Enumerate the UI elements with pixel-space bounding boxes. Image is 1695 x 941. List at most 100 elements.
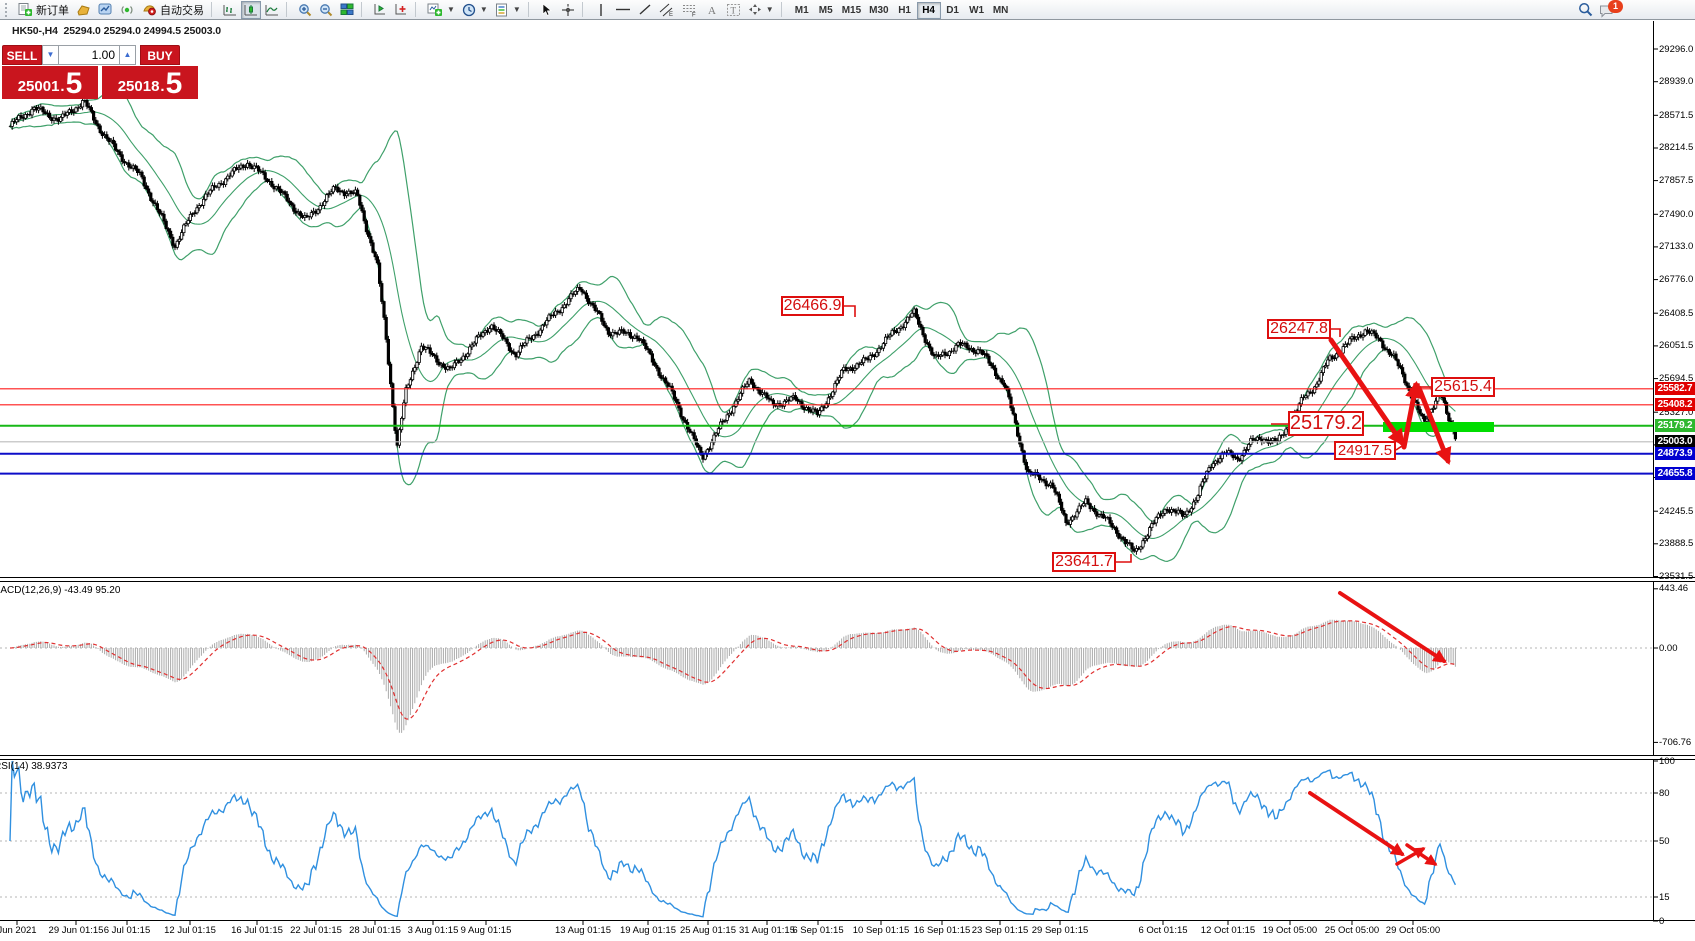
timeframe-button-M15[interactable]: M15 — [838, 2, 865, 19]
price-annotation[interactable]: 24917.5 — [1334, 441, 1396, 460]
chart-canvas[interactable] — [0, 0, 1695, 941]
periods-button[interactable]: ▼ — [459, 1, 491, 19]
time-axis-border — [0, 920, 1695, 921]
price-annotation[interactable]: 26247.8 — [1267, 319, 1331, 339]
volume-decrease-button[interactable]: ▼ — [42, 45, 59, 65]
sell-price-main: 25001 — [18, 78, 60, 96]
volume-input[interactable] — [59, 45, 119, 65]
sell-price-display[interactable]: 25001.5 — [2, 66, 98, 99]
x-axis-label: 9 Aug 01:15 — [461, 925, 512, 936]
rsi-axis-label: 100 — [1659, 756, 1675, 767]
cursor-button[interactable] — [537, 1, 557, 19]
price-annotation[interactable]: 25615.4 — [1431, 377, 1495, 397]
x-axis-label: 29 Oct 05:00 — [1386, 925, 1440, 936]
timeframe-button-MN[interactable]: MN — [989, 2, 1013, 19]
vertical-line-button[interactable] — [591, 1, 611, 19]
bar-chart-button[interactable] — [220, 1, 240, 19]
x-axis-label: 16 Jul 01:15 — [231, 925, 283, 936]
svg-text:E: E — [669, 12, 673, 17]
timeframe-button-D1[interactable]: D1 — [941, 2, 965, 19]
timeframe-button-H1[interactable]: H1 — [893, 2, 917, 19]
signals-icon — [120, 3, 135, 16]
y-axis-label: 29296.0 — [1659, 44, 1693, 55]
zoom-in-button[interactable] — [295, 1, 315, 19]
tile-windows-button[interactable] — [337, 1, 357, 19]
terminal-window: 新订单 自动交易 — [0, 0, 1695, 941]
crosshair-button[interactable] — [558, 1, 578, 19]
text-label-button[interactable]: T — [723, 1, 744, 19]
buy-price-display[interactable]: 25018.5 — [102, 66, 198, 99]
toolbar-separator — [361, 2, 366, 17]
fibonacci-button[interactable]: F — [679, 1, 701, 19]
y-axis-label: 23888.5 — [1659, 538, 1693, 549]
y-axis-label: 27857.5 — [1659, 175, 1693, 186]
add-indicator-button[interactable] — [391, 1, 411, 19]
rsi-indicator — [0, 761, 1653, 917]
price-annotation[interactable]: 23641.7 — [1052, 552, 1116, 572]
signals-button[interactable] — [117, 1, 138, 19]
price-badge: 25179.2 — [1655, 419, 1695, 432]
volume-increase-button[interactable]: ▲ — [119, 45, 136, 65]
x-axis-label: 29 Jun 01:15 — [49, 925, 104, 936]
rsi-axis-label: 80 — [1659, 788, 1670, 799]
timeframe-button-M1[interactable]: M1 — [790, 2, 814, 19]
equidistant-channel-icon: E — [659, 3, 675, 17]
x-axis-label: 6 Jul 01:15 — [104, 925, 150, 936]
market-watch-button[interactable] — [73, 1, 94, 19]
svg-text:F: F — [692, 12, 696, 17]
toolbar-grip[interactable] — [5, 3, 11, 17]
x-axis-label: 19 Oct 05:00 — [1263, 925, 1317, 936]
indicator-window-button[interactable] — [370, 1, 390, 19]
price-badge: 25408.2 — [1655, 398, 1695, 411]
buy-button[interactable]: BUY — [140, 45, 180, 65]
text-button[interactable]: A — [702, 1, 722, 19]
data-window-icon — [98, 3, 113, 16]
timeframe-button-M30[interactable]: M30 — [865, 2, 892, 19]
x-axis-label: 16 Sep 01:15 — [914, 925, 971, 936]
panel-divider[interactable] — [0, 755, 1695, 760]
arrows-button[interactable]: ▼ — [745, 1, 777, 19]
x-axis-label: 13 Aug 01:15 — [555, 925, 611, 936]
notifications-icon[interactable]: 1 — [1599, 2, 1621, 18]
timeframe-button-W1[interactable]: W1 — [965, 2, 989, 19]
sell-price-big-digit: 5 — [66, 70, 83, 98]
x-axis-label: 23 Sep 01:15 — [972, 925, 1029, 936]
data-window-button[interactable] — [95, 1, 116, 19]
fibonacci-icon: F — [682, 3, 698, 17]
y-axis-label: 26051.5 — [1659, 340, 1693, 351]
search-icon[interactable] — [1578, 2, 1593, 17]
panel-divider[interactable] — [0, 577, 1695, 582]
timeframe-button-H4[interactable]: H4 — [917, 2, 941, 19]
buy-price-main: 25018 — [118, 78, 160, 96]
new-order-button[interactable]: 新订单 — [15, 1, 72, 19]
y-axis-label: 28214.5 — [1659, 142, 1693, 153]
price-annotation[interactable]: 25179.2 — [1288, 411, 1364, 436]
bar-chart-icon — [223, 3, 237, 16]
zoom-out-button[interactable] — [316, 1, 336, 19]
crosshair-icon — [561, 3, 575, 17]
vertical-line-icon — [596, 3, 606, 17]
candlestick-chart-button[interactable] — [241, 1, 261, 19]
horizontal-line-button[interactable] — [612, 1, 634, 19]
x-axis-label: 28 Jul 01:15 — [349, 925, 401, 936]
line-chart-button[interactable] — [262, 1, 282, 19]
x-axis-label: 25 Aug 01:15 — [680, 925, 736, 936]
trendline-button[interactable] — [635, 1, 655, 19]
sell-price-dot: . — [60, 78, 64, 96]
new-order-label: 新订单 — [36, 2, 69, 18]
equidistant-channel-button[interactable]: E — [656, 1, 678, 19]
timeframe-button-M5[interactable]: M5 — [814, 2, 838, 19]
market-watch-icon — [76, 3, 91, 16]
price-annotation[interactable]: 26466.9 — [781, 296, 844, 316]
auto-trading-button[interactable]: 自动交易 — [139, 1, 207, 19]
x-axis-label: 12 Oct 01:15 — [1201, 925, 1255, 936]
sell-button[interactable]: SELL — [2, 45, 42, 65]
chart-title: HK50-,H4 25294.0 25294.0 24994.5 25003.0 — [12, 25, 221, 37]
toolbar-separator — [528, 2, 533, 17]
new-chart-button[interactable]: ▼ — [424, 1, 458, 19]
new-chart-icon — [427, 3, 443, 17]
toolbar-right-group: 1 — [1578, 2, 1621, 18]
templates-button[interactable]: ▼ — [492, 1, 524, 19]
toolbar-separator — [286, 2, 291, 17]
macd-axis-label: 443.46 — [1659, 583, 1688, 594]
